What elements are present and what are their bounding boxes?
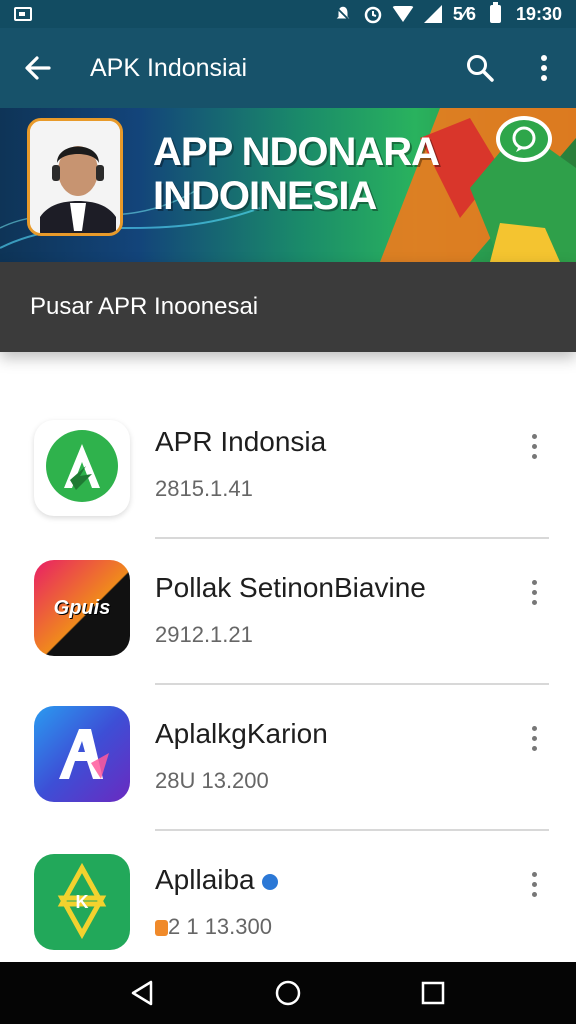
status-left [14,7,32,21]
app-name: AplalkgKarion [155,718,328,749]
section-title: Pusar APR Inoonesai [30,293,259,320]
back-arrow-icon [25,56,51,80]
app-meta: 2912.1.21 [155,622,253,647]
page-title: APK Indonsiai [90,53,248,82]
app-name: Pollak SetinonBiavine [155,572,426,603]
divider [155,829,549,831]
battery-icon [486,2,506,24]
app-meta: 2815.1.41 [155,476,253,501]
app-name: APR Indonsia [155,426,327,457]
a-logo-icon [34,420,130,516]
item-more-button[interactable] [520,718,548,758]
recents-square-icon [422,981,445,1005]
list-item[interactable]: AplalkgKarion 28U 13.200 [0,692,576,838]
item-more-button[interactable] [520,864,548,904]
home-circle-icon [275,980,301,1006]
search-icon [467,55,494,82]
item-more-button[interactable] [520,426,548,466]
status-right: 5⁄6 19:30 [333,2,562,25]
app-meta-text: 2 1 13.300 [168,914,272,939]
promo-banner[interactable]: APP NDONARA INDOINESIA [0,108,576,262]
more-vert-icon [541,55,547,81]
signal-icon [423,4,443,24]
item-more-button[interactable] [520,572,548,612]
banner-line-2: INDOINESIA [153,174,377,218]
bag-icon [155,920,168,936]
section-header: Pusar APR Inoonesai [0,262,576,352]
divider [155,683,549,685]
a-gradient-logo-icon [34,706,130,802]
back-triangle-icon [131,980,152,1006]
gpuis-logo-icon: Gpuis [34,560,130,656]
chat-bubble-icon [496,116,552,162]
person-headset-icon [30,121,120,233]
list-item[interactable]: Gpuis Pollak SetinonBiavine 2912.1.21 [0,546,576,692]
bell-off-icon [333,4,353,24]
nav-home-button[interactable] [258,963,318,1023]
overflow-menu-button[interactable] [512,28,576,108]
alarm-icon [363,4,383,24]
back-button[interactable] [0,28,76,108]
app-meta: 28U 13.200 [155,768,269,793]
nav-back-button[interactable] [113,963,173,1023]
list-item[interactable]: APR Indonsia 2815.1.41 [0,400,576,546]
banner-avatar [27,118,123,236]
app-name-text: Apllaiba [155,864,255,895]
app-bar: APK Indonsiai [0,28,576,108]
banner-line-1: APP NDONARA [153,130,440,174]
verified-badge-icon [262,873,279,890]
star-logo-icon: K [34,854,130,950]
wifi-icon [391,4,414,24]
svg-text:K: K [76,892,89,912]
sim-icon [14,7,32,21]
battery-percent: 5⁄6 [452,3,476,24]
nav-recents-button[interactable] [403,963,463,1023]
status-bar: 5⁄6 19:30 [0,0,576,28]
divider [155,537,549,539]
search-button[interactable] [448,28,512,108]
clock: 19:30 [515,3,562,24]
banner-headline: APP NDONARA INDOINESIA [153,130,440,218]
app-meta: 2 1 13.300 [155,914,272,940]
app-name: Apllaiba [155,864,279,896]
system-nav-bar [0,962,576,1024]
